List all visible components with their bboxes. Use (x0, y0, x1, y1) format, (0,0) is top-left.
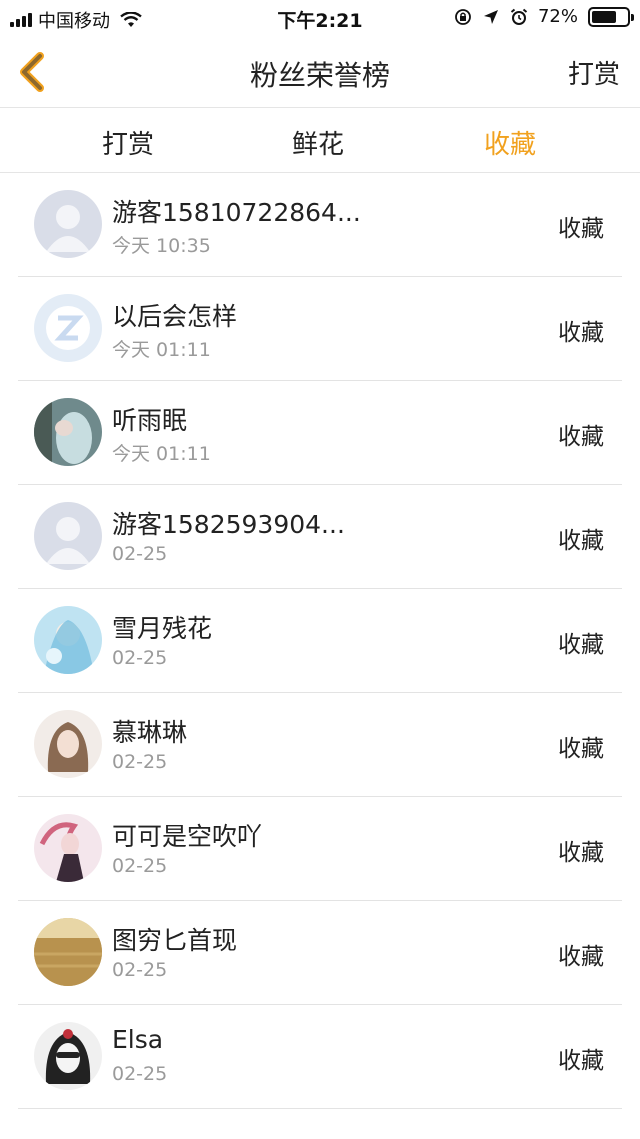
action-label: 收藏 (558, 216, 604, 242)
tab-bar: 打赏 鲜花 收藏 (0, 109, 640, 173)
fan-time: 02-25 (112, 1063, 168, 1085)
fan-time: 今天 10:35 (112, 235, 211, 257)
fan-name: Elsa (112, 1025, 164, 1054)
fan-name: 可可是空吹吖 (112, 822, 263, 851)
avatar (34, 710, 102, 778)
avatar (34, 606, 102, 674)
avatar (34, 398, 102, 466)
action-label: 收藏 (558, 944, 604, 970)
action-label: 收藏 (558, 632, 604, 658)
alarm-icon (510, 8, 528, 25)
list-item[interactable]: 以后会怎样 今天 01:11 收藏 (18, 277, 622, 381)
avatar (34, 294, 102, 362)
list-item[interactable]: 游客15810722864... 今天 10:35 收藏 (18, 173, 622, 277)
tab-reward[interactable]: 打赏 (68, 124, 188, 161)
reward-button[interactable]: 打赏 (568, 54, 620, 91)
navigation-bar: 粉丝荣誉榜 打赏 (0, 36, 640, 108)
fan-name: 游客15810722864... (112, 198, 361, 227)
list-item[interactable]: 雪月残花 02-25 收藏 (18, 589, 622, 693)
fan-name: 游客1582593904... (112, 510, 345, 539)
list-item[interactable]: 游客1582593904... 02-25 收藏 (18, 485, 622, 589)
avatar (34, 190, 102, 258)
fan-time: 02-25 (112, 855, 168, 877)
list-item[interactable]: 图穷匕首现 02-25 收藏 (18, 901, 622, 1005)
fan-time: 02-25 (112, 959, 168, 981)
list-item[interactable]: 听雨眠 今天 01:11 收藏 (18, 381, 622, 485)
fan-name: 雪月残花 (112, 614, 213, 643)
action-label: 收藏 (558, 528, 604, 554)
action-label: 收藏 (558, 840, 604, 866)
fan-time: 02-25 (112, 647, 168, 669)
list-item[interactable]: 慕琳琳 02-25 收藏 (18, 693, 622, 797)
fan-name: 以后会怎样 (112, 302, 238, 331)
list-item[interactable]: 可可是空吹吖 02-25 收藏 (18, 797, 622, 901)
avatar (34, 502, 102, 570)
action-label: 收藏 (558, 736, 604, 762)
battery-icon (588, 6, 634, 27)
page-title: 粉丝荣誉榜 (249, 59, 390, 92)
list-item[interactable]: Elsa 02-25 收藏 (18, 1005, 622, 1109)
action-label: 收藏 (558, 1048, 604, 1074)
fan-name: 听雨眠 (112, 406, 188, 435)
fan-time: 今天 01:11 (112, 443, 211, 465)
tab-flowers[interactable]: 鲜花 (258, 124, 378, 161)
battery-percent: 72% (537, 6, 578, 27)
fan-time: 今天 01:11 (112, 339, 211, 361)
avatar (34, 1022, 102, 1090)
fan-time: 02-25 (112, 751, 168, 773)
fan-time: 02-25 (112, 543, 168, 565)
fan-name: 慕琳琳 (112, 718, 188, 747)
avatar (34, 814, 102, 882)
location-icon (483, 9, 498, 24)
orientation-lock-icon (455, 8, 471, 25)
fan-name: 图穷匕首现 (112, 926, 238, 955)
battery-level-fill (592, 10, 617, 23)
action-label: 收藏 (558, 320, 604, 346)
action-label: 收藏 (558, 424, 604, 450)
fan-list: 游客15810722864... 今天 10:35 收藏 以后会怎样 今天 01… (0, 173, 640, 1109)
avatar (34, 918, 102, 986)
tab-favorites[interactable]: 收藏 (450, 124, 570, 161)
status-bar: 中国移动 下午2:21 72% (0, 0, 640, 36)
